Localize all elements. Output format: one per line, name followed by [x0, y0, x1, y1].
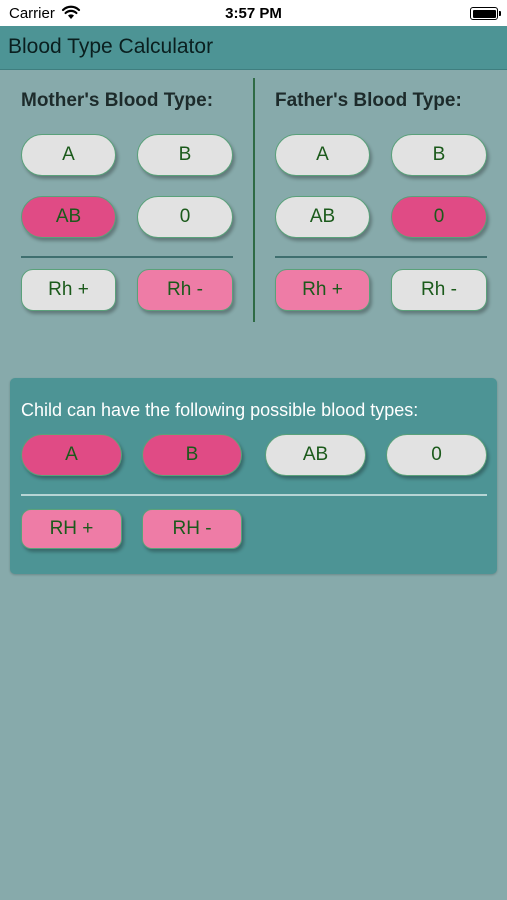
child-type-a: A: [21, 434, 122, 476]
father-type-0-button[interactable]: 0: [391, 196, 487, 238]
battery-icon: [470, 7, 501, 20]
child-heading: Child can have the following possible bl…: [21, 400, 419, 420]
father-heading: Father's Blood Type:: [275, 90, 462, 111]
child-type-0: 0: [386, 434, 487, 476]
status-bar: Carrier 3:57 PM: [0, 0, 507, 26]
child-type-ab: AB: [265, 434, 366, 476]
father-divider: [275, 256, 487, 258]
mother-divider: [21, 256, 233, 258]
status-time: 3:57 PM: [225, 5, 282, 22]
father-type-a-button[interactable]: A: [275, 134, 370, 176]
father-type-b-button[interactable]: B: [391, 134, 487, 176]
father-type-ab-button[interactable]: AB: [275, 196, 370, 238]
mother-type-a-button[interactable]: A: [21, 134, 116, 176]
child-rh-negative: RH -: [142, 509, 242, 549]
mother-type-ab-button[interactable]: AB: [21, 196, 116, 238]
mother-type-0-button[interactable]: 0: [137, 196, 233, 238]
mother-rh-positive-button[interactable]: Rh +: [21, 269, 116, 311]
mother-rh-negative-button[interactable]: Rh -: [137, 269, 233, 311]
mother-type-b-button[interactable]: B: [137, 134, 233, 176]
child-rh-positive: RH +: [21, 509, 122, 549]
child-divider: [21, 494, 487, 496]
mother-heading: Mother's Blood Type:: [21, 90, 214, 111]
father-rh-positive-button[interactable]: Rh +: [275, 269, 370, 311]
father-rh-negative-button[interactable]: Rh -: [391, 269, 487, 311]
nav-bar: Blood Type Calculator: [0, 26, 507, 70]
section-separator: [253, 78, 255, 322]
child-type-b: B: [142, 434, 242, 476]
app-title: Blood Type Calculator: [8, 35, 214, 58]
